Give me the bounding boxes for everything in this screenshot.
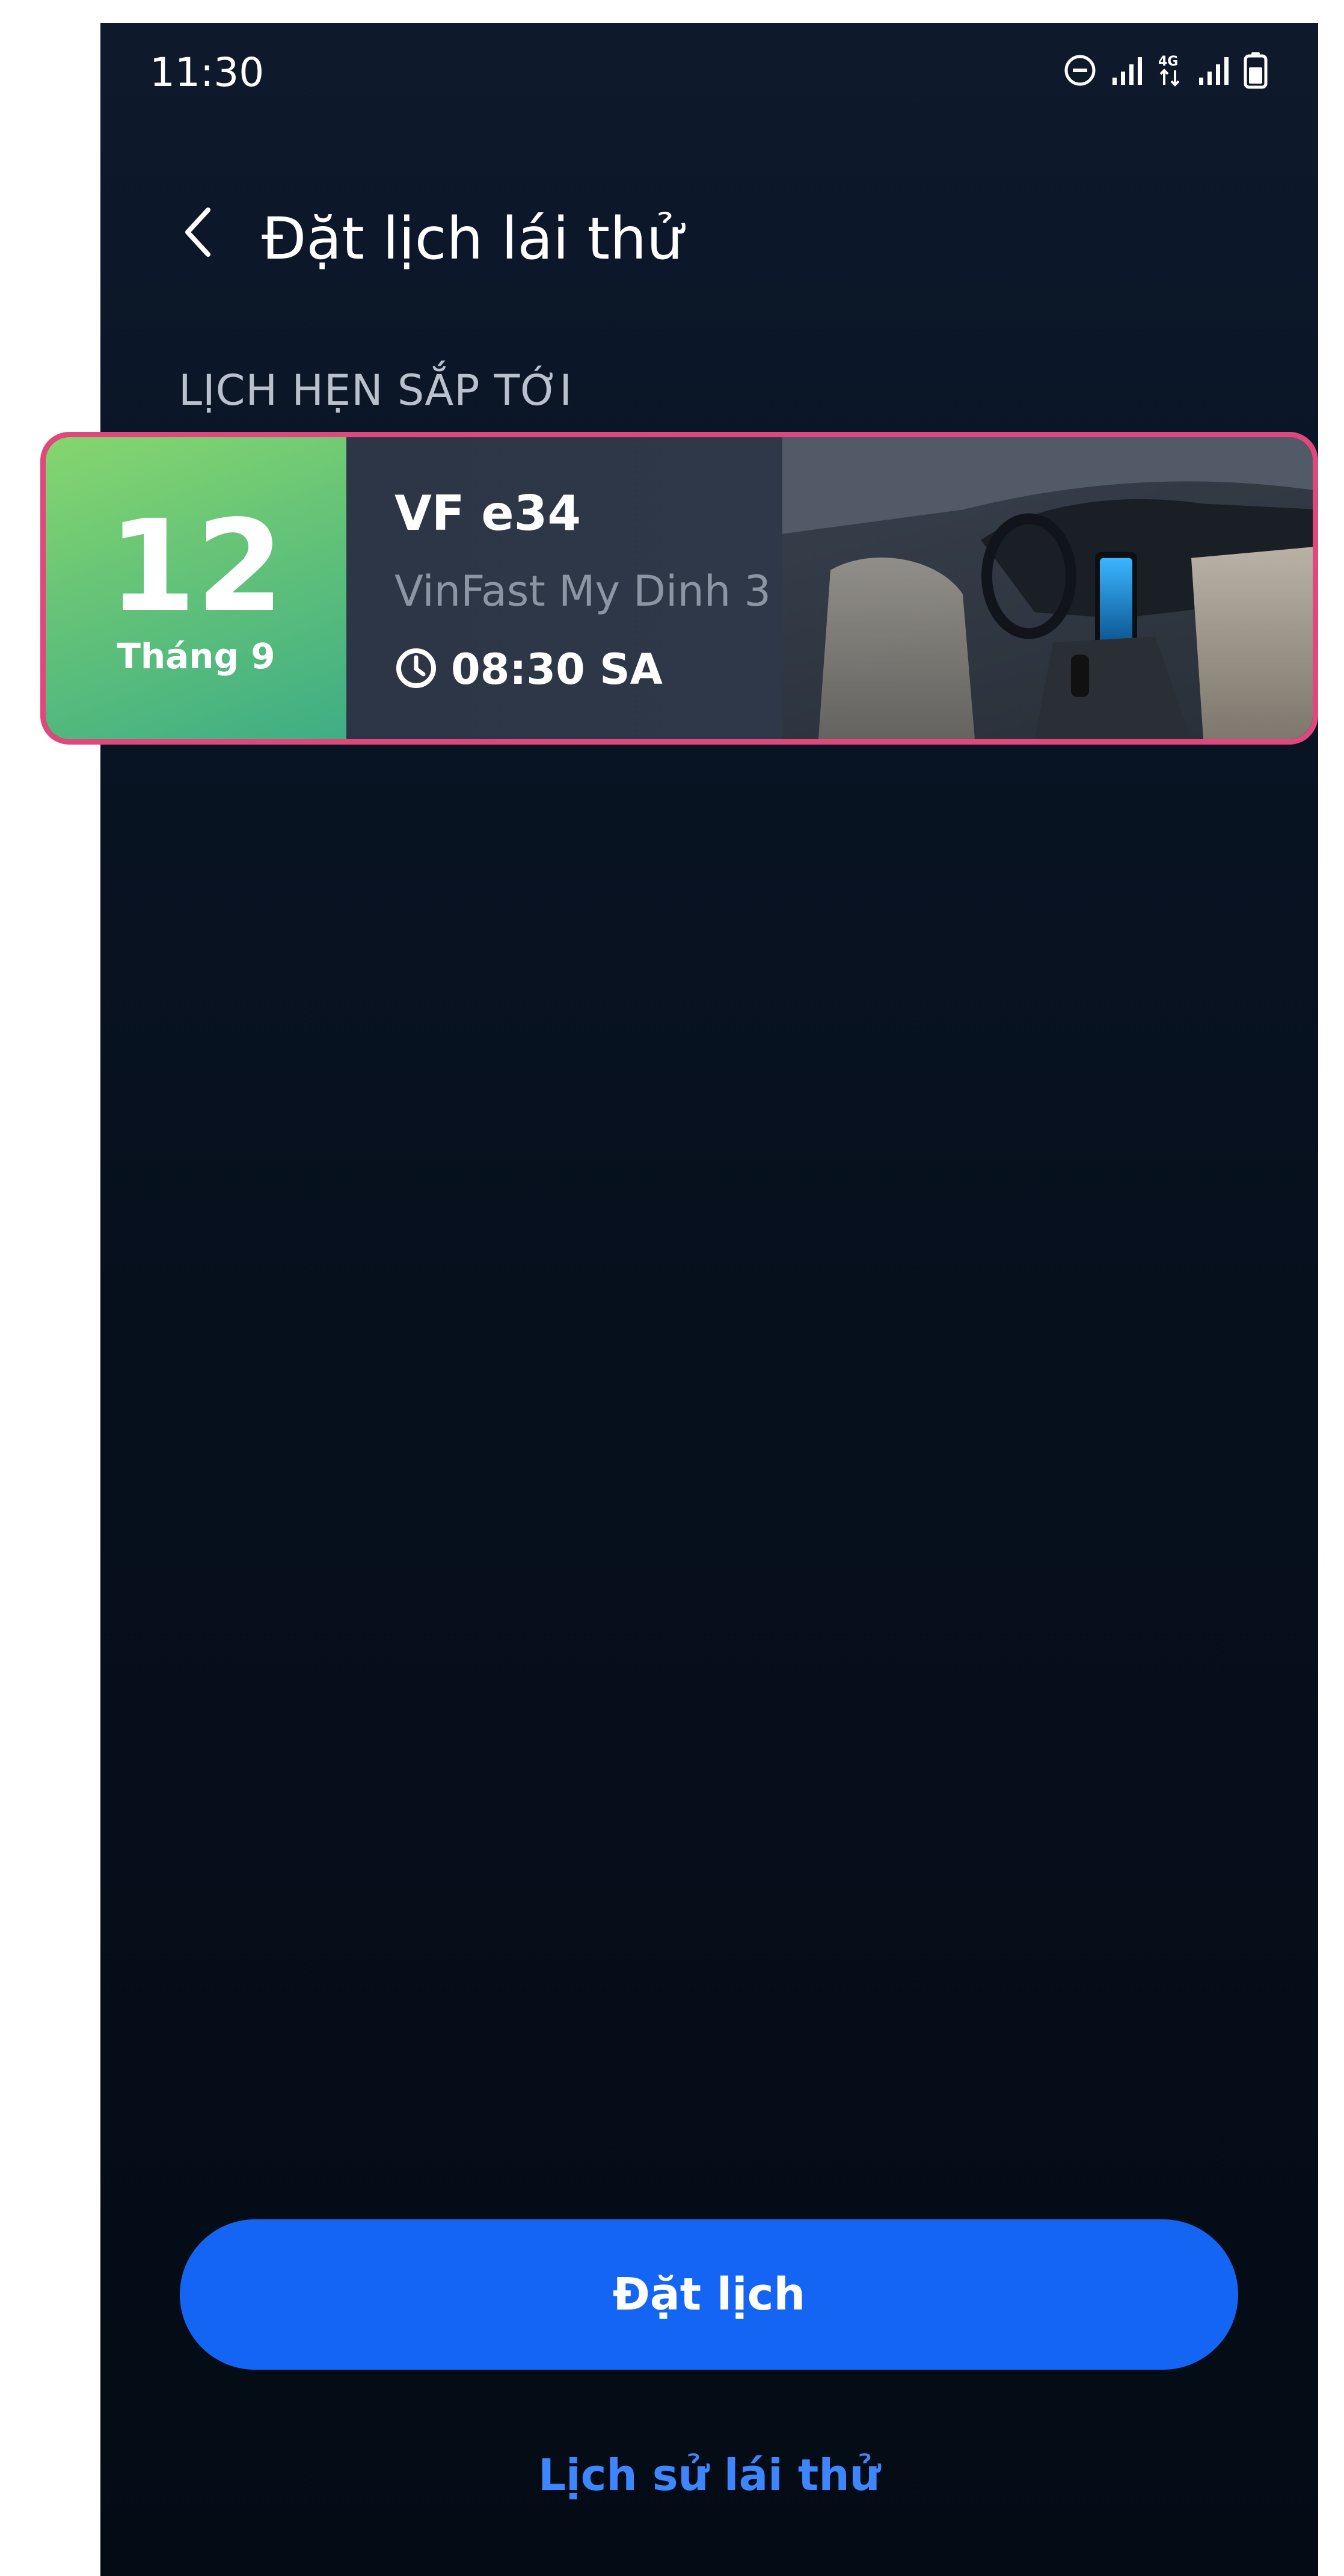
4g-data-icon: 4G	[1157, 52, 1183, 91]
status-time: 11:30	[150, 49, 265, 96]
history-link[interactable]: Lịch sử lái thử	[100, 2450, 1318, 2500]
book-button[interactable]: Đặt lịch	[180, 2219, 1238, 2370]
signal-icon	[1197, 54, 1230, 90]
car-interior-image	[782, 437, 1313, 739]
appointment-info: VF e34 VinFast My Dinh 3 08:30 SA	[346, 437, 1313, 739]
page-title: Đặt lịch lái thử	[262, 205, 683, 272]
signal-icon	[1110, 54, 1144, 90]
back-button[interactable]	[171, 200, 226, 266]
app-bar: Đặt lịch lái thử	[100, 176, 1318, 290]
chevron-left-icon	[180, 205, 216, 262]
dealer-name: VinFast My Dinh 3	[394, 567, 772, 616]
section-label-upcoming: LỊCH HẸN SẮP TỚI	[179, 366, 572, 415]
status-bar: 11:30 4G	[100, 23, 1318, 125]
date-block: 12 Tháng 9	[46, 437, 346, 739]
car-model: VF e34	[394, 485, 581, 541]
appointment-time: 08:30 SA	[394, 645, 663, 694]
appointment-card[interactable]: 12 Tháng 9 VF e34 VinFast My Dinh 3 08:3…	[40, 432, 1318, 745]
status-icons: 4G	[1063, 52, 1268, 92]
clock-icon	[394, 647, 438, 693]
svg-text:4G: 4G	[1158, 54, 1178, 69]
appointment-month: Tháng 9	[117, 636, 275, 677]
app-screen: 11:30 4G Đặt lịch lái thử LỊCH HẸN SẮP T…	[40, 23, 1318, 2576]
appointment-time-text: 08:30 SA	[451, 645, 663, 694]
appointment-day: 12	[108, 493, 284, 640]
battery-icon	[1244, 52, 1268, 92]
do-not-disturb-icon	[1063, 54, 1097, 90]
